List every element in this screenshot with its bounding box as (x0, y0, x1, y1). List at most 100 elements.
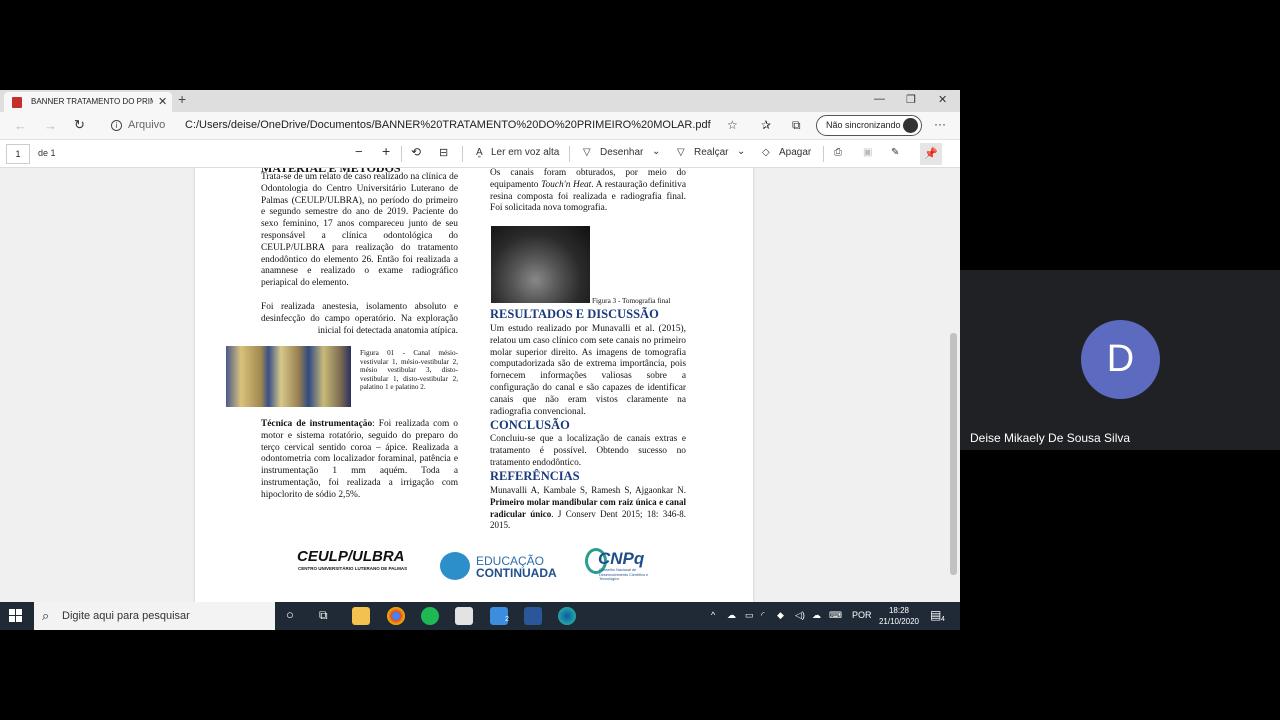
ceulp-logo: CEULP/ULBRA (297, 548, 405, 565)
figure-1-photo (226, 346, 351, 407)
restore-icon[interactable]: ❐ (906, 93, 916, 106)
conclusion-heading: CONCLUSÃO (490, 418, 570, 432)
highlight-icon: ▽ (677, 147, 685, 158)
pdf-page: MATERIAL E MÉTODOS Trata-se de um relato… (195, 168, 753, 602)
battery-icon[interactable]: ▭ (745, 610, 754, 621)
participant-tile: D Deise Mikaely De Sousa Silva (960, 270, 1280, 450)
shared-screen: BANNER TRATAMENTO DO PRIMEIRO MOLAR.pdf … (0, 90, 960, 630)
collections-icon[interactable]: ⧉ (792, 118, 801, 133)
info-icon[interactable]: i (111, 120, 122, 131)
save-as-icon[interactable]: ✎ (891, 147, 899, 158)
eraser-icon: ◇ (762, 147, 770, 158)
favorite-star-icon[interactable]: ☆ (727, 118, 738, 132)
forward-icon[interactable]: → (44, 118, 57, 133)
search-icon: ⌕ (42, 608, 50, 623)
technique-text: : Foi realizada com o motor e sistema ro… (261, 419, 458, 500)
keyboard-icon[interactable]: ⌨ (829, 610, 842, 621)
more-icon[interactable]: ··· (934, 117, 946, 131)
minimize-icon[interactable]: — (874, 93, 885, 105)
divider (462, 146, 463, 162)
cnpq-logo-subtitle: Conselho Nacional de Desenvolvimento Cie… (599, 568, 649, 581)
rotate-icon[interactable]: ⟲ (411, 145, 421, 159)
pdf-viewer[interactable]: MATERIAL E MÉTODOS Trata-se de um relato… (0, 168, 960, 602)
scheme-label: Arquivo (128, 119, 166, 131)
address-bar-row: ← → ↻ i Arquivo C:/Users/deise/OneDrive/… (0, 112, 960, 140)
results-paragraph: Um estudo realizado por Munavalli et al.… (490, 324, 686, 417)
equipment-name: Touch'n Heat (541, 179, 592, 190)
ceulp-logo-subtitle: CENTRO UNIVERSITÁRIO LUTERANO DE PALMAS (298, 566, 408, 571)
chrome-icon[interactable] (387, 607, 405, 625)
figure-3-caption: Figura 3 - Tomografia final (592, 297, 671, 305)
chevron-down-icon[interactable]: ⌄ (652, 146, 660, 157)
scrollbar-thumb[interactable] (950, 333, 957, 575)
divider (401, 146, 402, 162)
clock-time: 18:28 (888, 606, 910, 615)
sync-button[interactable]: Não sincronizando (816, 115, 922, 136)
reload-icon[interactable]: ↻ (74, 117, 85, 133)
erase-button[interactable]: Apagar (779, 147, 811, 158)
technique-label: Técnica de instrumentação (261, 419, 373, 429)
technique-paragraph: Técnica de instrumentação: Foi realizada… (261, 419, 458, 502)
windows-taskbar: ⌕ Digite aqui para pesquisar ○ ⧉ 2 ^ ☁ ▭… (0, 602, 960, 630)
tab-title: BANNER TRATAMENTO DO PRIMEIRO MOLAR.pdf (31, 97, 153, 106)
sync-label: Não sincronizando (826, 120, 901, 130)
conclusion-paragraph: Concluiu-se que a localização de canais … (490, 434, 686, 468)
network-icon[interactable]: ◜ (761, 610, 765, 621)
cortana-icon[interactable]: ○ (286, 607, 294, 622)
file-explorer-icon[interactable] (352, 607, 370, 625)
edge-icon[interactable] (558, 607, 576, 625)
notification-icon[interactable]: ▤ (930, 608, 941, 622)
clock-date: 21/10/2020 (878, 617, 920, 626)
pin-toolbar-icon[interactable]: 📌 (920, 143, 942, 165)
fit-page-icon[interactable]: ⊟ (439, 146, 448, 159)
material-paragraph-2: Foi realizada anestesia, isolamento abso… (261, 302, 458, 336)
volume-icon[interactable]: ◁) (795, 610, 805, 621)
chevron-up-icon[interactable]: ^ (711, 610, 715, 620)
back-icon[interactable]: ← (14, 118, 27, 133)
vertical-scrollbar[interactable] (948, 168, 960, 602)
mail-badge: 2 (505, 616, 509, 623)
draw-button[interactable]: Desenhar (600, 147, 643, 158)
chevron-down-icon[interactable]: ⌄ (737, 146, 745, 157)
print-icon[interactable]: ⎙ (834, 147, 842, 158)
page-number-input[interactable]: 1 (6, 144, 30, 164)
taskbar-search[interactable]: ⌕ Digite aqui para pesquisar (34, 602, 275, 630)
notification-count: 4 (941, 616, 945, 623)
task-view-icon[interactable]: ⧉ (319, 608, 328, 623)
zoom-in-icon[interactable]: + (382, 143, 390, 159)
pdf-file-icon (12, 97, 22, 108)
save-icon[interactable]: ▣ (863, 147, 872, 158)
close-tab-icon[interactable]: ✕ (158, 95, 167, 108)
close-window-icon[interactable]: ✕ (938, 93, 947, 106)
cnpq-logo: CNPq (598, 549, 645, 568)
favorites-icon[interactable]: ✰ (761, 118, 771, 132)
spotify-icon[interactable] (421, 607, 439, 625)
windows-start-icon[interactable] (9, 609, 23, 623)
tab-pdf[interactable]: BANNER TRATAMENTO DO PRIMEIRO MOLAR.pdf … (4, 92, 172, 112)
url-field[interactable]: C:/Users/deise/OneDrive/Documentos/BANNE… (185, 119, 711, 131)
dropbox-icon[interactable]: ◆ (777, 610, 784, 621)
pdf-toolbar: 1 de 1 − + ⟲ ⊟ A͈ Ler em voz alta ▽ Dese… (0, 140, 960, 168)
onedrive-icon[interactable]: ☁ (727, 610, 736, 621)
reference-entry: Munavalli A, Kambale S, Ramesh S, Ajgaon… (490, 485, 686, 532)
results-heading: RESULTADOS E DISCUSSÃO (490, 307, 659, 321)
obturation-paragraph: Os canais foram obturados, por meio do e… (490, 168, 686, 215)
cloud-icon[interactable]: ☁ (812, 610, 821, 621)
new-tab-button[interactable]: + (178, 91, 186, 107)
figure-1-caption: Figura 01 - Canal mésio-vestivular 1, mé… (360, 349, 458, 392)
figure-3-tomography (491, 226, 590, 303)
read-aloud-button[interactable]: Ler em voz alta (491, 147, 559, 158)
educacao-logo-icon (440, 552, 470, 580)
educacao-logo-line-2: CONTINUADA (476, 566, 557, 580)
word-icon[interactable] (524, 607, 542, 625)
zoom-out-icon[interactable]: − (355, 144, 363, 159)
divider (569, 146, 570, 162)
highlight-button[interactable]: Realçar (694, 147, 728, 158)
material-paragraph: Trata-se de um relato de caso realizado … (261, 172, 458, 289)
participant-name: Deise Mikaely De Sousa Silva (970, 431, 1131, 445)
language-indicator[interactable]: POR (852, 610, 872, 620)
store-icon[interactable] (455, 607, 473, 625)
draw-icon: ▽ (583, 147, 591, 158)
taskbar-clock[interactable]: 18:28 21/10/2020 (876, 605, 922, 627)
participant-avatar: D (1081, 320, 1160, 399)
